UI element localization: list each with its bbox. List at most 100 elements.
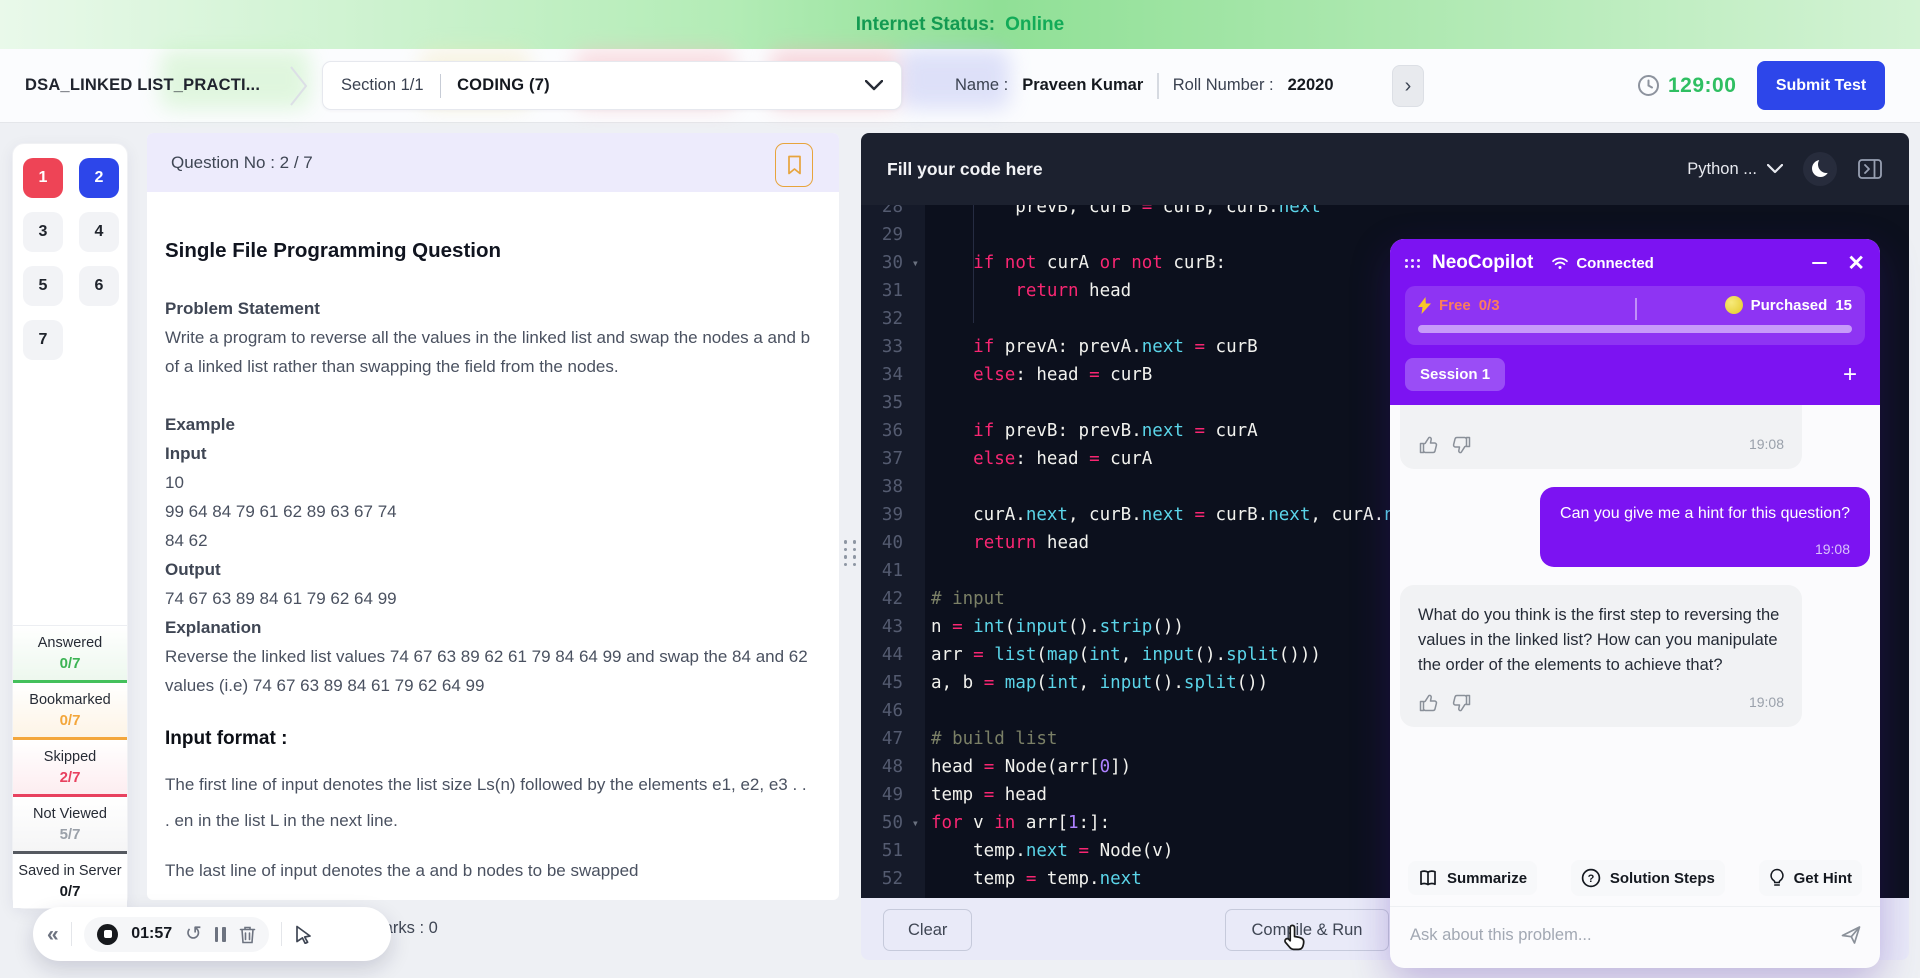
input-format-para: The last line of input denotes the a and… [165,861,639,880]
purchased-credits: Purchased 15 [1724,296,1852,314]
chevron-down-icon [865,80,883,91]
question-button-2[interactable]: 2 [79,158,119,198]
message-time: 19:08 [1748,436,1784,452]
question-button-6[interactable]: 6 [79,266,119,306]
header: DSA_LINKED LIST_PRACTI... Section 1/1 CO… [0,49,1920,122]
cursor-mode-icon[interactable] [294,925,313,944]
question-button-7[interactable]: 7 [23,320,63,360]
language-value: Python ... [1687,159,1757,178]
summarize-label: Summarize [1447,869,1528,887]
name-label: Name : [955,76,1009,94]
editor-header: Fill your code here Python ... [861,133,1909,205]
send-button[interactable] [1840,924,1862,946]
coin-icon [1724,296,1743,314]
get-hint-button[interactable]: Get Hint [1758,860,1862,896]
breadcrumb-chevron-icon [290,66,308,106]
roll-value: 22020 [1287,76,1334,94]
svg-text:?: ? [1587,873,1594,885]
input-label: Input [165,444,207,463]
divider [1635,298,1637,320]
minimize-button[interactable] [1812,261,1828,265]
session-row: Session 1 + [1405,358,1865,391]
lightbulb-icon [1769,868,1784,886]
lightning-icon [1418,296,1431,314]
question-body: Single File Programming Question Problem… [147,192,839,900]
bot-message: 19:08 [1400,405,1802,469]
clear-button[interactable]: Clear [883,909,973,951]
free-count: 0/3 [1478,296,1500,314]
session-tab[interactable]: Session 1 [1405,358,1506,391]
pause-icon[interactable] [214,926,226,942]
code-line-28: 28 prevB, curB = curB, curB.next [881,205,1321,217]
purchased-label: Purchased [1750,296,1828,314]
chevron-down-icon [1767,164,1783,174]
close-icon[interactable]: ✕ [1847,253,1865,274]
purchased-count: 15 [1835,296,1852,314]
submit-test-button[interactable]: Submit Test [1757,61,1885,110]
question-header: Question No : 2 / 7 [147,133,839,192]
free-credits: Free 0/3 [1418,296,1500,314]
problem-statement-label: Problem Statement [165,299,320,318]
expand-info-button[interactable]: › [1392,65,1424,107]
compile-run-button[interactable]: Compile & Run [1225,909,1389,951]
candidate-info: Name : Praveen Kumar Roll Number : 22020 [955,49,1334,122]
user-message: Can you give me a hint for this question… [1540,487,1870,567]
section-dropdown[interactable]: Section 1/1 CODING (7) [322,61,902,110]
delete-icon[interactable] [239,925,256,944]
neocopilot-panel: NeoCopilot Connected ✕ Free 0/3 Purchase… [1390,239,1880,968]
question-circle-icon: ? [1581,868,1601,888]
solution-steps-button[interactable]: ? Solution Steps [1570,860,1725,896]
free-label: Free [1439,296,1471,314]
question-palette: 1234567 Answered 0/7 Bookmarked 0/7 Skipped 2… [12,143,128,909]
name-value: Praveen Kumar [1022,76,1144,94]
collapse-left-icon[interactable]: « [47,924,59,945]
thumbs-down-icon[interactable] [1450,434,1472,456]
connection-label: Connected [1576,254,1654,272]
send-icon [1841,926,1861,944]
bot-message-text: What do you think is the first step to r… [1418,606,1780,674]
copilot-title: NeoCopilot [1432,252,1534,273]
stat-skipped: Skipped 2/7 [13,740,127,797]
drag-handle-icon[interactable] [1405,258,1420,268]
bookmark-icon [787,155,801,175]
question-button-1[interactable]: 1 [23,158,63,198]
question-button-3[interactable]: 3 [23,212,63,252]
copilot-input-row [1390,906,1880,968]
input-format-label: Input format : [165,728,288,749]
recording-pill: 01:57 ↺ [84,916,269,952]
divider [280,922,283,946]
divider [70,922,73,946]
timer-value: 129:00 [1668,73,1737,97]
example-input-line: 84 62 [165,531,208,550]
thumbs-down-icon[interactable] [1450,692,1472,714]
question-stats: Answered 0/7 Bookmarked 0/7 Skipped 2/7 Not Vi… [13,625,127,908]
divider [439,73,442,98]
add-session-button[interactable]: + [1843,362,1865,387]
bookmark-button[interactable] [775,143,813,187]
theme-toggle-moon-icon[interactable] [1803,152,1837,186]
recorder-toolbar: « 01:57 ↺ [33,907,391,961]
section-label: Section 1/1 [341,76,424,94]
stat-answered: Answered 0/7 [13,626,127,683]
ask-input[interactable] [1408,924,1840,946]
message-time: 19:08 [1814,541,1850,557]
question-button-5[interactable]: 5 [23,266,63,306]
test-timer: 129:00 [1637,49,1736,122]
summarize-button[interactable]: Summarize [1408,861,1538,895]
copilot-header: NeoCopilot Connected ✕ Free 0/3 Purchase… [1390,239,1880,405]
internet-status-label: Internet Status: [855,13,996,35]
question-button-4[interactable]: 4 [79,212,119,252]
roll-label: Roll Number : [1172,76,1274,94]
language-dropdown[interactable]: Python ... [1687,160,1783,179]
collapse-panel-icon[interactable] [1857,157,1883,181]
panel-resize-handle[interactable] [842,537,858,569]
internet-status-value: Online [1005,13,1065,35]
stat-not-viewed: Not Viewed 5/7 [13,797,127,854]
editor-title: Fill your code here [887,158,1043,179]
example-input-line: 10 [165,473,184,492]
stop-record-icon[interactable] [97,923,119,945]
credits-box: Free 0/3 Purchased 15 [1405,286,1865,345]
restart-icon[interactable]: ↺ [185,924,202,944]
thumbs-up-icon[interactable] [1418,692,1440,714]
thumbs-up-icon[interactable] [1418,434,1440,456]
